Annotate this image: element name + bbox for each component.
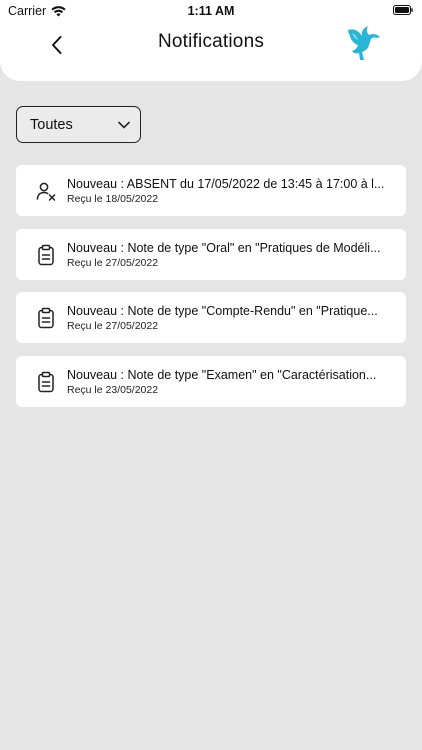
filter-selected-value: Toutes bbox=[30, 116, 73, 133]
header: Notifications bbox=[0, 22, 422, 81]
pegasus-logo bbox=[348, 26, 380, 60]
clipboard-icon bbox=[38, 371, 54, 392]
notification-title: Nouveau : Note de type "Oral" en "Pratiq… bbox=[67, 240, 381, 255]
notification-title: Nouveau : Note de type "Examen" en "Cara… bbox=[67, 367, 377, 382]
notification-item[interactable]: Nouveau : Note de type "Oral" en "Pratiq… bbox=[16, 228, 406, 280]
notification-item[interactable]: Nouveau : Note de type "Compte-Rendu" en… bbox=[16, 292, 406, 343]
notification-date: Reçu le 18/05/2022 bbox=[67, 193, 159, 205]
notification-list: Nouveau : ABSENT du 17/05/2022 de 13:45 … bbox=[16, 165, 406, 419]
notification-item[interactable]: Nouveau : ABSENT du 17/05/2022 de 13:45 … bbox=[16, 165, 406, 216]
status-bar: Carrier 1:11 AM bbox=[0, 0, 422, 22]
user-x-icon bbox=[36, 182, 56, 201]
notification-title: Nouveau : Note de type "Compte-Rendu" en… bbox=[67, 304, 378, 318]
chevron-down-icon bbox=[118, 121, 130, 129]
clipboard-icon bbox=[38, 307, 54, 329]
notification-date: Reçu le 23/05/2022 bbox=[67, 383, 159, 396]
notification-date: Reçu le 27/05/2022 bbox=[67, 320, 159, 332]
clipboard-icon bbox=[38, 244, 54, 265]
filter-select[interactable]: Toutes bbox=[16, 106, 141, 143]
notification-item[interactable]: Nouveau : Note de type "Examen" en "Cara… bbox=[16, 355, 406, 407]
notification-date: Reçu le 27/05/2022 bbox=[67, 256, 159, 269]
status-time: 1:11 AM bbox=[187, 4, 235, 18]
battery-icon bbox=[393, 5, 413, 15]
notification-title: Nouveau : ABSENT du 17/05/2022 de 13:45 … bbox=[67, 177, 385, 191]
